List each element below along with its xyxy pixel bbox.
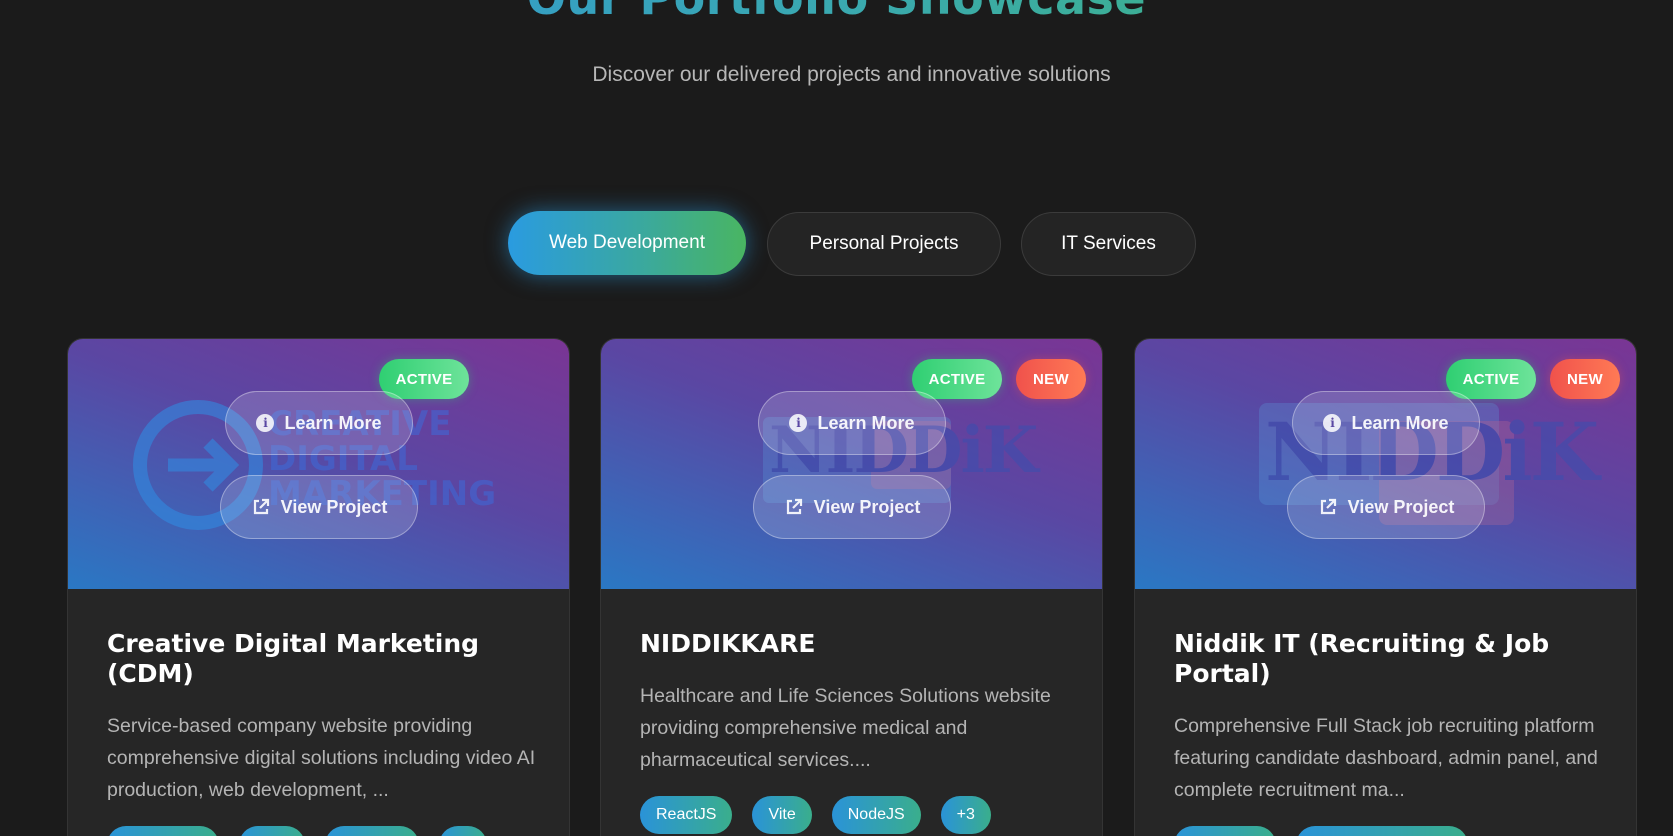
info-icon: i [256, 414, 275, 432]
external-link-icon [1320, 498, 1336, 515]
tech-tag: NodeJS [831, 796, 921, 834]
project-title: Niddik IT (Recruiting & Job Portal) [1174, 629, 1550, 688]
tech-tags [1174, 826, 1468, 836]
learn-more-button[interactable]: i Learn More [225, 391, 413, 455]
external-link-icon [253, 498, 269, 515]
category-tabs: Web Development Personal Projects IT Ser… [0, 211, 1673, 278]
tech-tag [1174, 826, 1276, 836]
page-title: Our Portfolio Showcase [0, 0, 1673, 26]
tech-tags: ReactJS Vite NodeJS +3 [640, 796, 991, 834]
tech-tag [1296, 826, 1468, 836]
tech-tag [239, 826, 305, 836]
project-image: NIDDiK ACTIVE NEW i Learn More View Proj… [1135, 339, 1636, 589]
project-title: NIDDIKKARE [640, 629, 816, 658]
project-description: Healthcare and Life Sciences Solutions w… [640, 685, 1051, 771]
project-image: NIDDiK ACTIVE NEW i Learn More View Proj… [601, 339, 1102, 589]
project-description: Service-based company website providing … [107, 715, 536, 801]
cdm-logo: CREATIVE DIGITAL MARKETING [68, 339, 569, 589]
tech-tag [325, 826, 419, 836]
project-image: CREATIVE DIGITAL MARKETING ACTIVE i Lear… [68, 339, 569, 589]
tab-web-development[interactable]: Web Development [508, 211, 746, 275]
tech-tags [107, 826, 487, 836]
project-card-cdm[interactable]: CREATIVE DIGITAL MARKETING ACTIVE i Lear… [67, 338, 570, 836]
tab-personal-projects[interactable]: Personal Projects [767, 212, 1001, 276]
learn-more-button[interactable]: i Learn More [758, 391, 946, 455]
view-project-button[interactable]: View Project [1287, 475, 1485, 539]
tech-tag [439, 826, 487, 836]
tab-it-services[interactable]: IT Services [1021, 212, 1196, 276]
info-icon: i [789, 414, 808, 432]
info-icon: i [1323, 414, 1342, 432]
learn-more-button[interactable]: i Learn More [1292, 391, 1480, 455]
project-title: Creative Digital Marketing (CDM) [107, 629, 480, 688]
tech-tag: ReactJS [640, 796, 733, 834]
project-description: Comprehensive Full Stack job recruiting … [1174, 715, 1598, 801]
status-badge-new: NEW [1016, 359, 1086, 399]
tech-tag: +3 [940, 796, 991, 834]
tech-tag [107, 826, 219, 836]
tech-tag: Vite [752, 796, 812, 834]
view-project-button[interactable]: View Project [753, 475, 951, 539]
status-badge-new: NEW [1550, 359, 1620, 399]
project-card-niddik-it[interactable]: NIDDiK ACTIVE NEW i Learn More View Proj… [1134, 338, 1637, 836]
page-subtitle: Discover our delivered projects and inno… [592, 63, 1111, 86]
project-card-niddikkare[interactable]: NIDDiK ACTIVE NEW i Learn More View Proj… [600, 338, 1103, 836]
view-project-button[interactable]: View Project [220, 475, 418, 539]
external-link-icon [786, 498, 802, 515]
